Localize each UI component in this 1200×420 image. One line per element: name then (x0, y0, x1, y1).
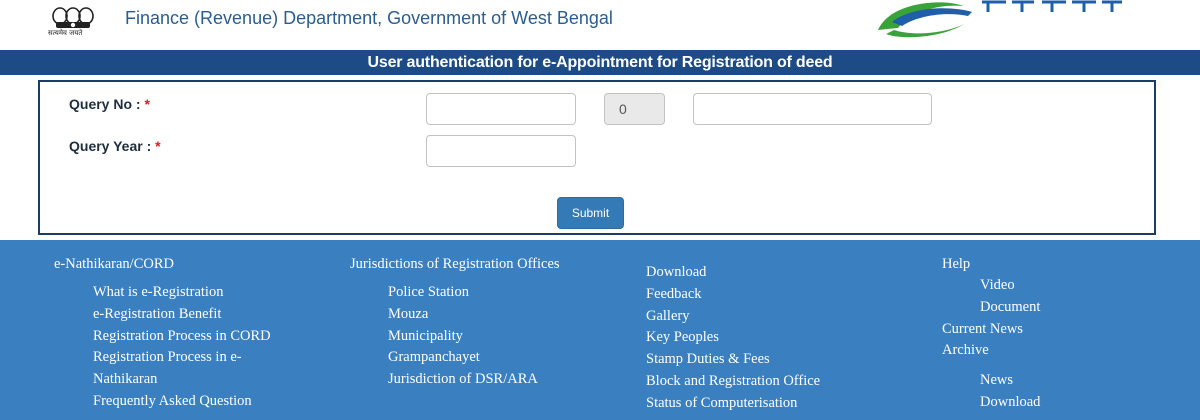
footer-link[interactable]: Grampanchayet (388, 347, 610, 369)
footer-link[interactable]: News (980, 370, 1182, 392)
footer-link-archive[interactable]: Archive (942, 340, 1182, 362)
query-no-part1-input[interactable] (426, 93, 576, 125)
query-year-label-text: Query Year : (69, 138, 156, 154)
footer-link[interactable]: Stamp Duties & Fees (646, 349, 906, 371)
authentication-form: Query No : * Query Year : * Submit (38, 80, 1156, 235)
required-mark: * (144, 96, 150, 112)
footer-column-help: Help Video Document Current News Archive… (942, 254, 1182, 414)
site-header: सत्यमेव जयते Finance (Revenue) Departmen… (0, 0, 1200, 51)
footer-link[interactable]: e-Registration Benefit (93, 304, 314, 326)
query-year-input[interactable] (426, 135, 576, 167)
page-banner-title: User authentication for e-Appointment fo… (0, 50, 1200, 75)
query-no-part2-input[interactable] (604, 93, 665, 125)
footer-link[interactable]: Registration Process in e- (93, 347, 314, 369)
footer-link[interactable]: Registration Process in CORD (93, 326, 314, 348)
footer-link[interactable]: Block and Registration Office (646, 371, 906, 393)
footer-heading[interactable]: e-Nathikaran/CORD (54, 254, 314, 275)
footer-link[interactable]: Jurisdiction of DSR/ARA (388, 369, 610, 391)
footer-column-enathikaran: e-Nathikaran/CORD What is e-Registration… (54, 254, 314, 413)
footer-link[interactable]: Mouza (388, 304, 610, 326)
footer-link[interactable]: Gallery (646, 306, 906, 328)
site-footer: e-Nathikaran/CORD What is e-Registration… (0, 240, 1200, 420)
department-title: Finance (Revenue) Department, Government… (125, 8, 613, 28)
footer-heading[interactable]: Jurisdictions of Registration Offices (350, 254, 560, 275)
footer-link[interactable]: Key Peoples (646, 327, 906, 349)
footer-link[interactable]: Frequently Asked Question (93, 391, 314, 413)
required-mark: * (155, 138, 161, 154)
footer-column-resources: Download Feedback Gallery Key Peoples St… (646, 262, 906, 415)
footer-link[interactable]: Municipality (388, 326, 610, 348)
footer-link-current-news[interactable]: Current News (942, 319, 1182, 341)
footer-column-jurisdictions: Jurisdictions of Registration Offices Po… (350, 254, 610, 391)
footer-link[interactable]: Video (980, 275, 1182, 297)
footer-link[interactable]: What is e-Registration (93, 282, 314, 304)
query-no-label: Query No : * (69, 96, 150, 112)
footer-link[interactable]: Download (646, 262, 906, 284)
footer-link[interactable]: Download (980, 392, 1182, 414)
enathikaran-logo-icon (878, 0, 1122, 38)
submit-button[interactable]: Submit (557, 197, 624, 229)
emblem-caption: सत्यमेव जयते (48, 29, 83, 37)
footer-heading[interactable]: Help (942, 254, 1182, 275)
footer-link[interactable]: Police Station (388, 282, 610, 304)
query-no-part3-input[interactable] (693, 93, 932, 125)
footer-link[interactable]: Feedback (646, 284, 906, 306)
footer-link[interactable]: Status of Computerisation (646, 393, 906, 415)
query-year-label: Query Year : * (69, 138, 161, 154)
query-no-label-text: Query No : (69, 96, 145, 112)
footer-link[interactable]: Nathikaran (93, 369, 314, 391)
footer-link[interactable]: Document (980, 297, 1182, 319)
